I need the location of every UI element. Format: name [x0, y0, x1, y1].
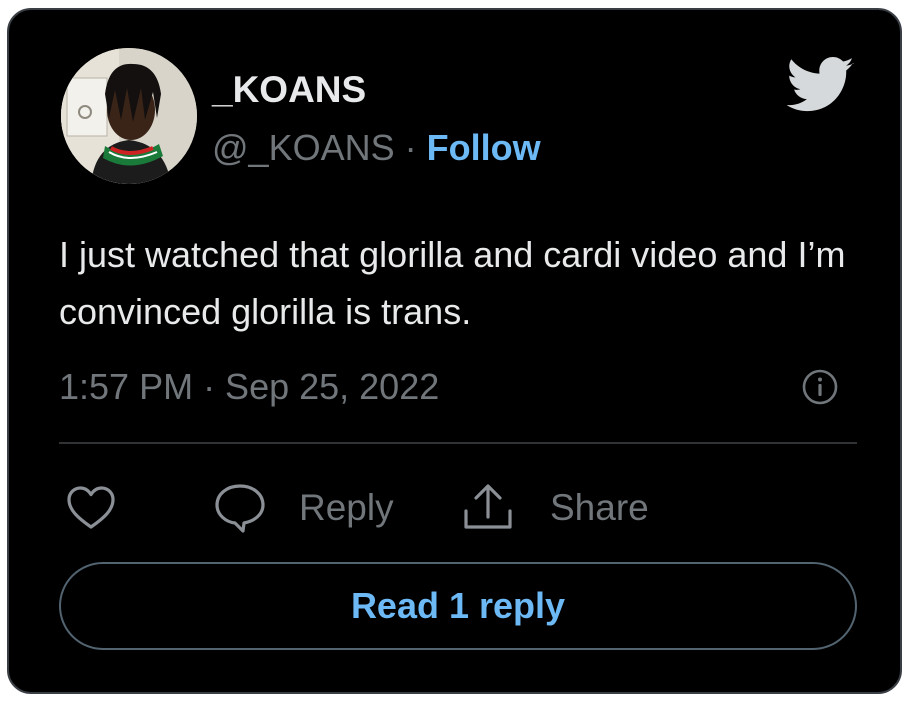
tweet-timestamp[interactable]: 1:57 PM · Sep 25, 2022 [59, 364, 439, 410]
upload-arrow-icon [464, 484, 512, 529]
handle-line: @_KOANS · Follow [212, 126, 541, 170]
share-label: Share [550, 487, 649, 528]
read-replies-button[interactable]: Read 1 reply [59, 562, 857, 650]
reply-button[interactable]: Reply [213, 480, 394, 536]
avatar-photo [61, 48, 197, 184]
info-circle-icon[interactable] [802, 369, 838, 405]
display-name[interactable]: _KOANS [212, 68, 366, 112]
share-button[interactable]: Share [460, 480, 649, 536]
heart-icon [67, 486, 115, 529]
twitter-bird-icon[interactable] [787, 56, 855, 114]
avatar[interactable] [61, 48, 197, 184]
separator-dot: · [394, 127, 427, 168]
tweet-text: I just watched that glorilla and cardi v… [59, 234, 846, 332]
reply-label: Reply [299, 487, 394, 528]
follow-button[interactable]: Follow [427, 127, 541, 168]
divider [59, 442, 857, 444]
like-button[interactable] [66, 480, 116, 536]
speech-bubble-icon [215, 484, 265, 533]
tweet-card: _KOANS @_KOANS · Follow I just watched t… [7, 8, 902, 694]
user-handle[interactable]: @_KOANS [212, 127, 395, 168]
